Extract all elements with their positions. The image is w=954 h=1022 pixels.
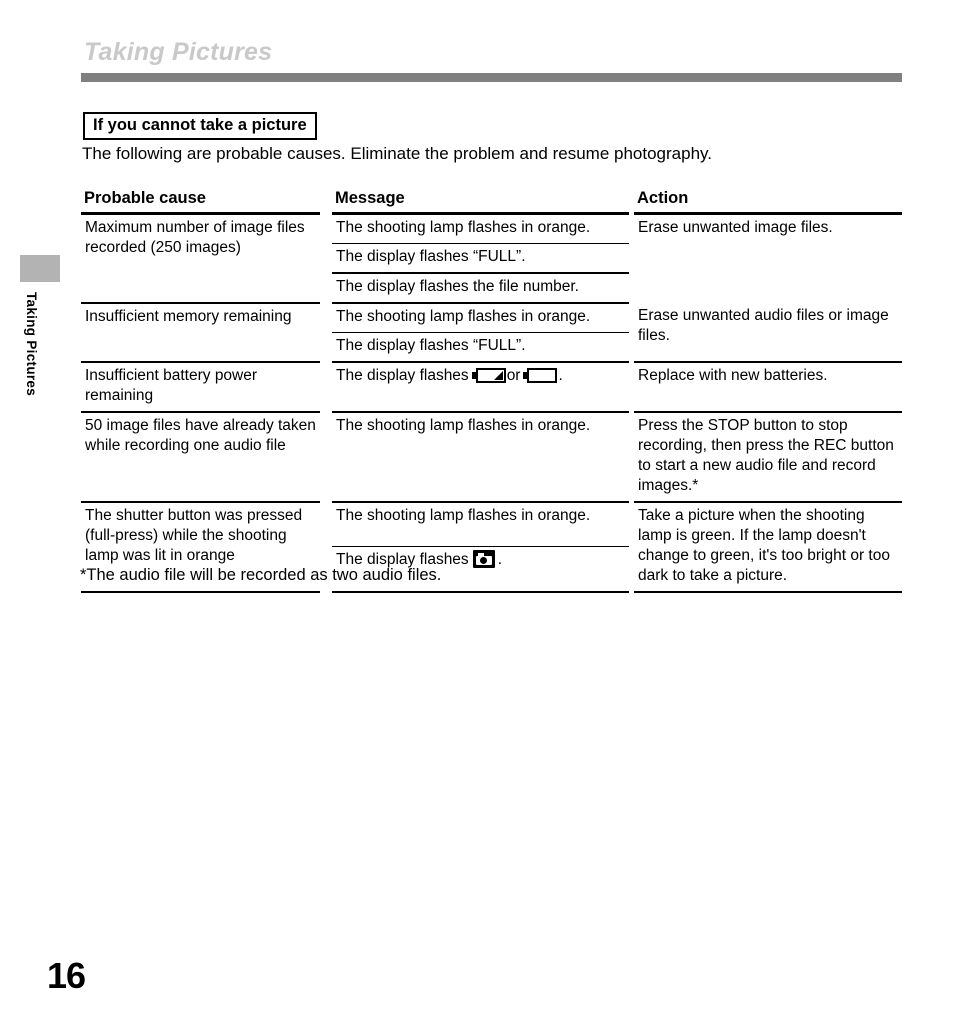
battery-empty-icon (523, 367, 558, 383)
cell-gap (320, 502, 332, 547)
page-number: 16 (47, 955, 86, 996)
footnote-text: *The audio file will be recorded as two … (80, 566, 442, 584)
cell-message: The display flashes “FULL”. (332, 243, 629, 274)
cell-message: The shooting lamp flashes in orange. (332, 213, 629, 244)
cell-action: Press the STOP button to stop recording,… (634, 411, 902, 503)
cell-message-with-icons: The display flashes or. (332, 361, 629, 413)
table-row: Insufficient memory remaining The shooti… (81, 302, 902, 363)
cell-action: Replace with new batteries. (634, 361, 902, 413)
cell-cause: 50 image files have already taken while … (81, 411, 320, 503)
table-row: 50 image files have already taken while … (81, 411, 902, 503)
battery-low-icon (471, 367, 506, 383)
header-rule (81, 73, 902, 82)
cell-gap (320, 214, 332, 244)
cell-gap (320, 273, 332, 303)
cell-gap (320, 362, 332, 412)
table-row: Maximum number of image files recorded (… (81, 213, 902, 256)
column-header-probable-cause: Probable cause (81, 189, 320, 215)
troubleshooting-table-wrapper: Probable cause Message Action Maximum nu… (81, 189, 902, 593)
message-suffix-text: . (497, 551, 502, 569)
cell-action: Erase unwanted image files. (638, 219, 833, 236)
section-intro-text: The following are probable causes. Elimi… (82, 144, 712, 163)
table-row: The shutter button was pressed (full-pre… (81, 501, 902, 593)
cell-cause: Insufficient battery power remaining (81, 361, 320, 413)
table-row: Insufficient battery power remaining The… (81, 361, 902, 413)
running-head-title: Taking Pictures (84, 38, 273, 66)
side-tab-marker (20, 255, 60, 282)
column-header-message: Message (332, 189, 629, 215)
cell-gap (629, 547, 634, 592)
cell-message: The shooting lamp flashes in orange. (332, 501, 629, 548)
column-header-action: Action (634, 189, 902, 215)
cell-gap (320, 243, 332, 272)
troubleshooting-table: Probable cause Message Action Maximum nu… (81, 189, 902, 593)
cell-gap (320, 412, 332, 502)
message-suffix-text: . (558, 366, 563, 384)
cell-message: The shooting lamp flashes in orange. (332, 411, 629, 503)
cell-message: The shooting lamp flashes in orange. (332, 302, 629, 333)
cell-cause: Insufficient memory remaining (81, 302, 320, 363)
camera-icon (472, 550, 495, 569)
cell-message: The display flashes the file number. (332, 272, 629, 304)
cell-action: Erase unwanted audio files or image file… (634, 302, 902, 363)
message-prefix-text: The display flashes (336, 366, 469, 384)
section-heading-box: If you cannot take a picture (83, 112, 317, 140)
cell-gap (320, 332, 332, 361)
column-gap-1 (320, 189, 332, 214)
cell-cause-spacer (81, 272, 320, 304)
cell-action: Take a picture when the shooting lamp is… (634, 501, 902, 593)
table-header-row: Probable cause Message Action (81, 189, 902, 215)
cell-cause: Maximum number of image files recorded (… (85, 219, 305, 256)
cell-gap (629, 332, 634, 361)
side-tab-label: Taking Pictures (24, 292, 39, 397)
cell-message: The display flashes “FULL”. (332, 332, 629, 363)
cell-gap (629, 243, 634, 272)
cell-gap (320, 303, 332, 332)
message-middle-text: or (506, 366, 521, 384)
cell-gap (629, 273, 634, 303)
